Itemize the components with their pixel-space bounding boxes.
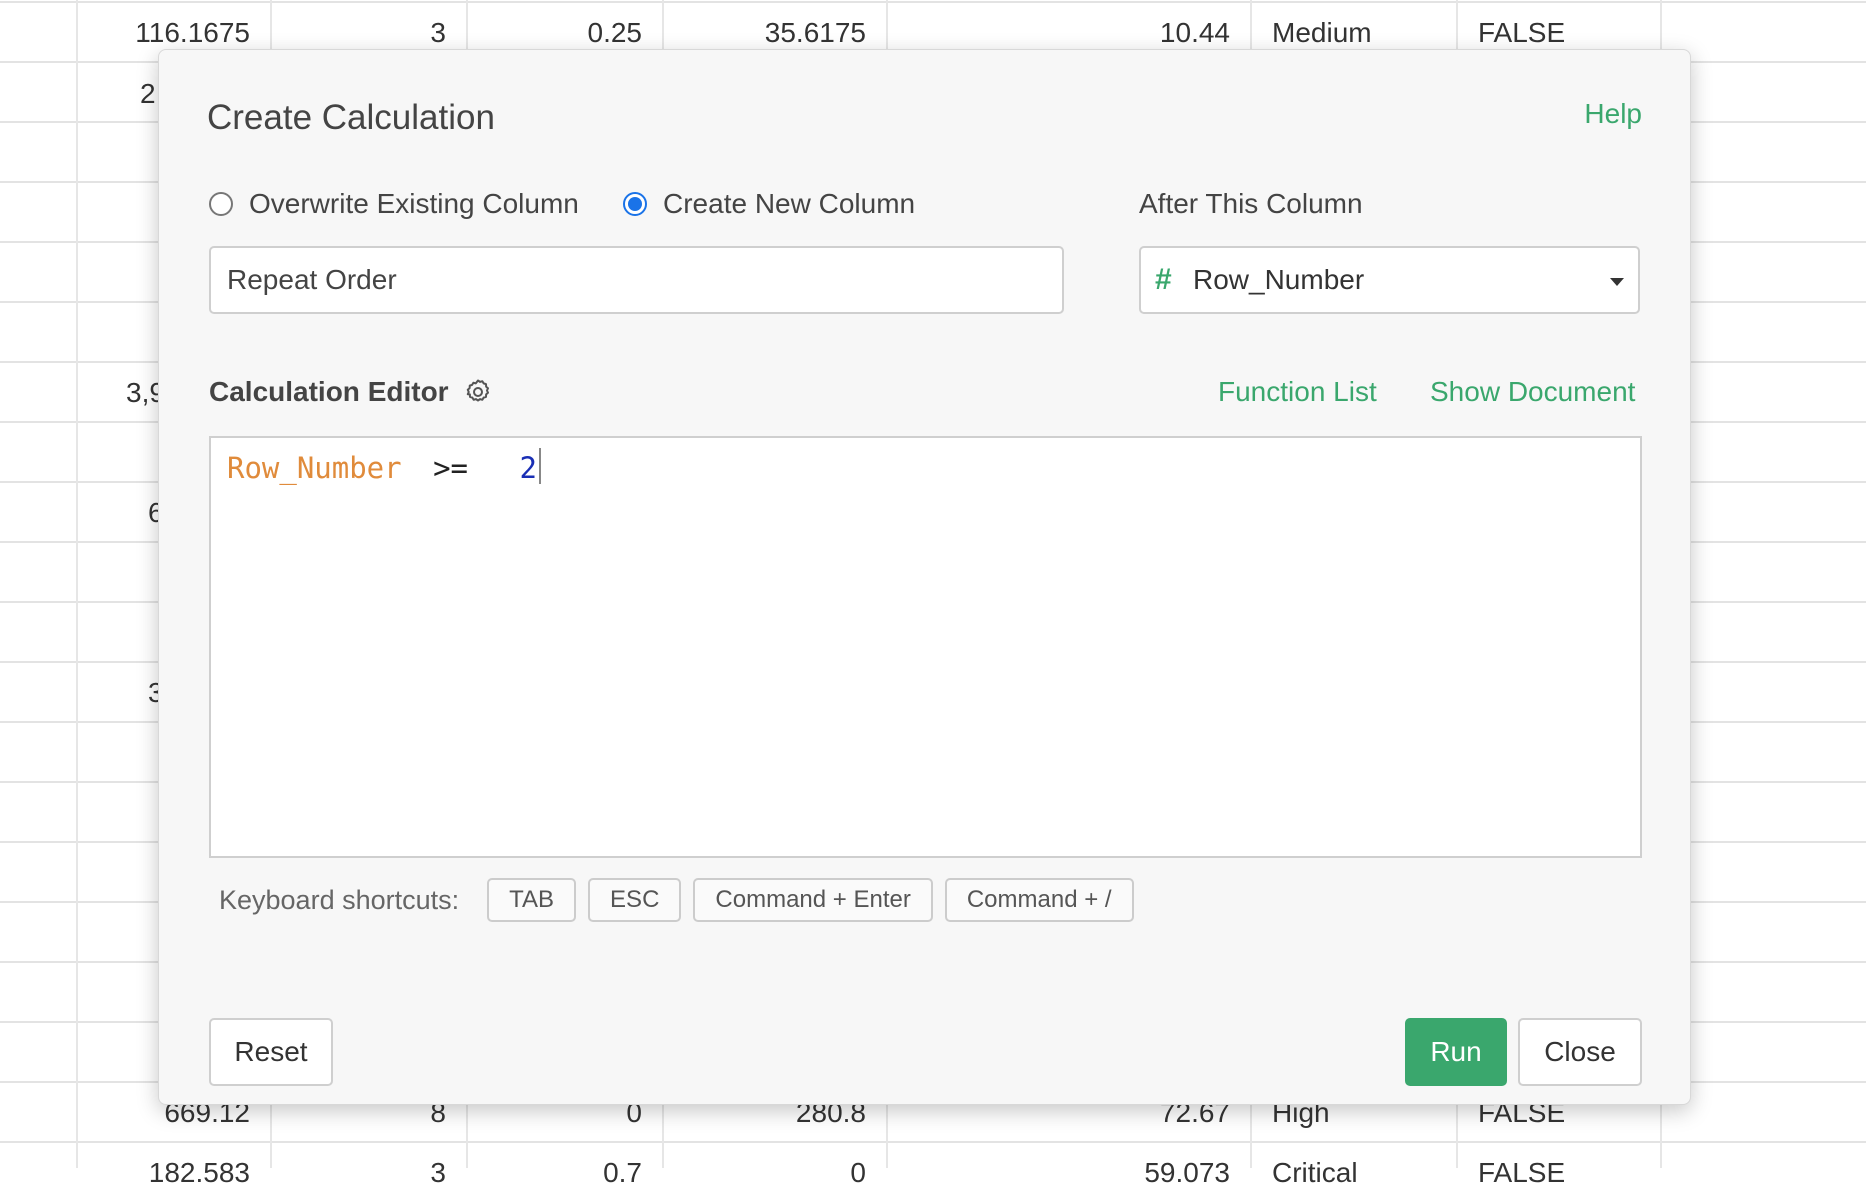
after-column-selected-value: Row_Number: [1193, 264, 1365, 295]
gear-icon[interactable]: [463, 377, 493, 407]
show-document-link[interactable]: Show Document: [1430, 376, 1635, 408]
shortcut-key: ESC: [588, 878, 682, 922]
calculation-editor[interactable]: Row_Number >= 2: [209, 436, 1642, 858]
chevron-down-icon: [1610, 278, 1624, 286]
table-cell: 3,9: [126, 377, 158, 408]
reset-button[interactable]: Reset: [209, 1018, 333, 1086]
column-divider: [76, 0, 78, 1168]
table-cell: Medium: [1272, 17, 1372, 48]
shortcut-key: Command + /: [944, 878, 1134, 922]
table-cell: Critical: [1272, 1157, 1358, 1188]
expression-operator-token: >=: [433, 451, 468, 485]
radio-unchecked-icon: [209, 192, 233, 216]
keyboard-shortcuts: Keyboard shortcuts: TAB ESC Command + En…: [219, 878, 1146, 922]
shortcut-key: Command + Enter: [693, 878, 933, 922]
table-cell: 2: [140, 78, 156, 109]
numeric-type-icon: #: [1155, 263, 1172, 296]
function-list-link[interactable]: Function List: [1218, 376, 1377, 408]
after-this-column-label: After This Column: [1139, 188, 1363, 219]
table-cell: 0: [850, 1157, 866, 1188]
table-cell: 0.7: [603, 1157, 642, 1188]
text-cursor: [538, 448, 541, 484]
expression-field-token: Row_Number: [227, 451, 402, 485]
table-cell: 3: [148, 677, 158, 708]
table-cell: 3: [430, 17, 446, 48]
after-column-select[interactable]: # Row_Number: [1139, 246, 1640, 314]
create-new-column-radio[interactable]: Create New Column: [623, 188, 915, 220]
overwrite-existing-column-radio[interactable]: Overwrite Existing Column: [209, 188, 579, 220]
table-cell: FALSE: [1478, 17, 1566, 48]
table-cell: 59.073: [1144, 1157, 1230, 1188]
table-cell: 35.6175: [764, 17, 866, 48]
new-column-name-input[interactable]: Repeat Order: [209, 246, 1064, 314]
table-cell: 3: [430, 1157, 446, 1188]
keyboard-shortcuts-label: Keyboard shortcuts:: [219, 884, 460, 915]
table-cell: FALSE: [1478, 1157, 1566, 1188]
table-cell: 182.583: [148, 1157, 250, 1188]
table-cell: 6: [148, 497, 158, 528]
expression-number-token: 2: [519, 451, 537, 485]
calculation-editor-label: Calculation Editor: [209, 376, 449, 407]
create-new-column-label: Create New Column: [663, 188, 916, 219]
calculation-editor-heading: Calculation Editor: [209, 376, 493, 408]
overwrite-existing-column-label: Overwrite Existing Column: [249, 188, 579, 219]
table-cell: 10.44: [1159, 17, 1230, 48]
close-button[interactable]: Close: [1518, 1018, 1642, 1086]
create-calculation-dialog: Create Calculation Help Overwrite Existi…: [158, 49, 1691, 1105]
table-cell: 116.1675: [135, 17, 250, 48]
help-link[interactable]: Help: [1584, 98, 1642, 130]
table-cell: 0.25: [587, 17, 643, 48]
dialog-title: Create Calculation: [207, 98, 495, 137]
shortcut-key: TAB: [487, 878, 577, 922]
radio-checked-icon: [623, 192, 647, 216]
run-button[interactable]: Run: [1405, 1018, 1507, 1086]
